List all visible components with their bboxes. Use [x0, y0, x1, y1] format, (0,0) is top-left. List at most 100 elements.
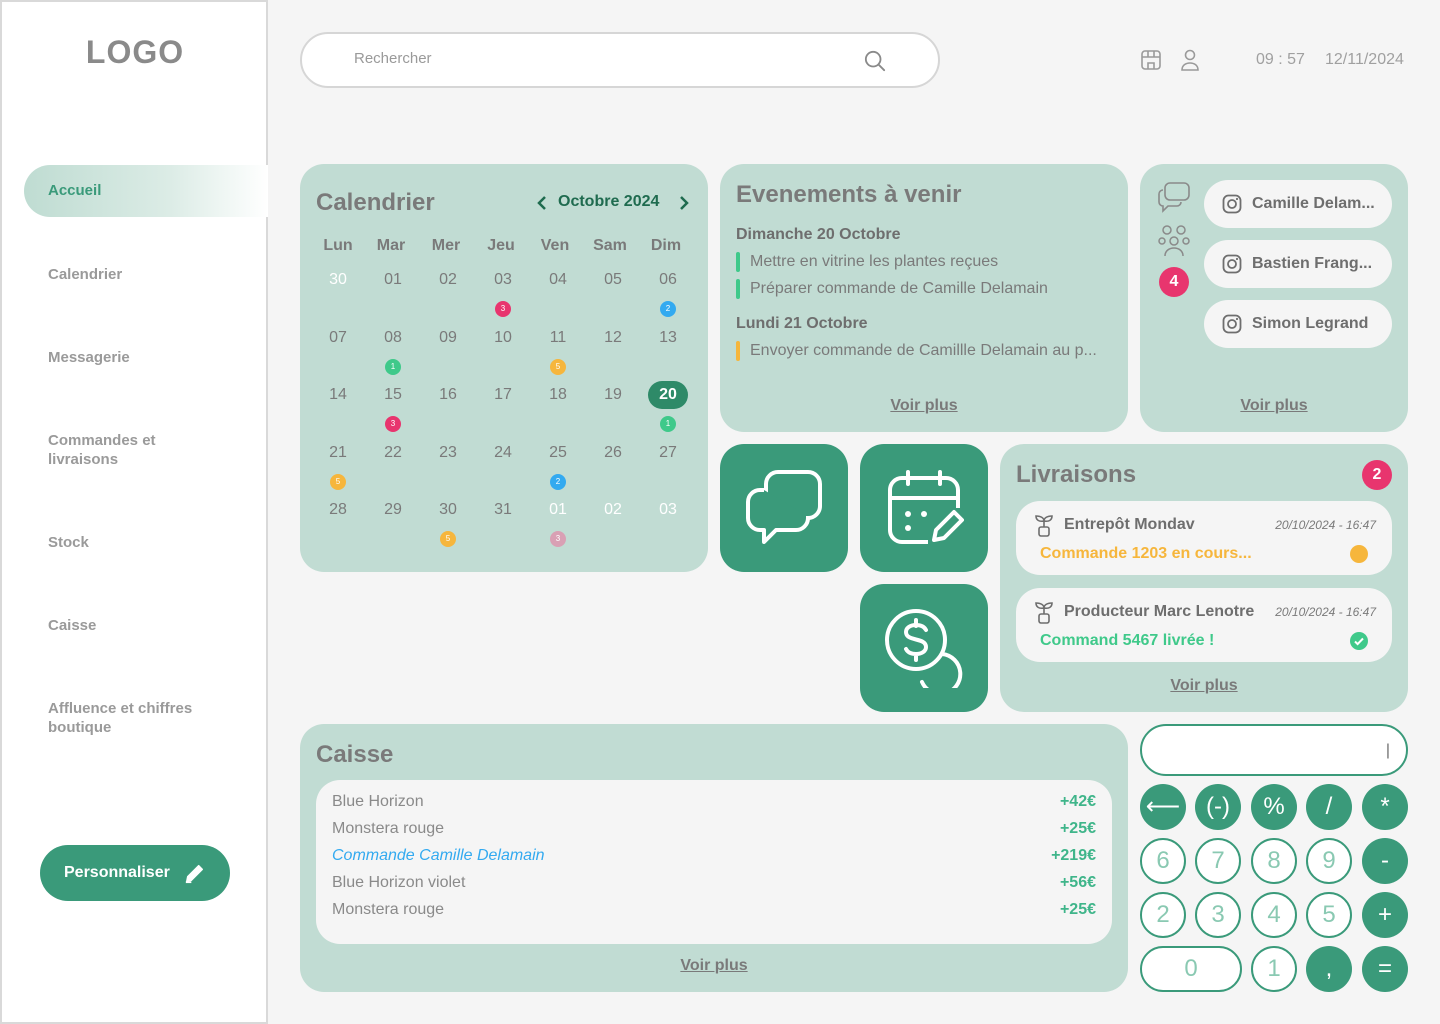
calendar-day[interactable]: 27 [648, 444, 688, 462]
sidebar-item-accueil[interactable]: Accueil [24, 165, 268, 217]
events-more-link[interactable]: Voir plus [720, 397, 1128, 415]
keypad-key[interactable]: ⟵ [1140, 784, 1186, 830]
search-icon[interactable] [864, 50, 886, 72]
calendar-day[interactable]: 13 [648, 329, 688, 347]
calendar-day[interactable]: 25 [538, 444, 578, 462]
keypad-key[interactable]: / [1306, 784, 1352, 830]
calendar-day[interactable]: 16 [428, 386, 468, 404]
calendar-day[interactable]: 14 [318, 386, 358, 404]
event-count-marker[interactable]: 3 [385, 416, 401, 432]
event-count-marker[interactable]: 3 [495, 301, 511, 317]
search-input[interactable] [354, 50, 834, 67]
calendar-day[interactable]: 02 [428, 271, 468, 289]
calendar-day[interactable]: 31 [483, 501, 523, 519]
deliveries-more-link[interactable]: Voir plus [1000, 677, 1408, 695]
contacts-more-link[interactable]: Voir plus [1140, 397, 1408, 415]
sidebar-item-calendrier[interactable]: Calendrier [48, 265, 122, 284]
calendar-day[interactable]: 03 [648, 501, 688, 519]
transaction-row[interactable]: Monstera rouge +25€ [332, 820, 1096, 838]
store-icon[interactable] [1139, 48, 1163, 72]
calendar-day[interactable]: 11 [538, 329, 578, 347]
event-item[interactable]: Mettre en vitrine les plantes reçues [736, 252, 1116, 272]
keypad-key[interactable]: 8 [1251, 838, 1297, 884]
cash-shortcut[interactable] [860, 584, 988, 712]
keypad-key[interactable]: 7 [1195, 838, 1241, 884]
keypad-key[interactable]: 5 [1306, 892, 1352, 938]
keypad-key[interactable]: = [1362, 946, 1408, 992]
chat-bubbles-icon[interactable] [1157, 181, 1191, 213]
keypad-key[interactable]: 2 [1140, 892, 1186, 938]
keypad-key[interactable]: (-) [1195, 784, 1241, 830]
calendar-day-today[interactable]: 20 [648, 381, 688, 409]
prev-month-icon[interactable] [536, 195, 548, 211]
transaction-row[interactable]: Blue Horizon violet +56€ [332, 874, 1096, 892]
delivery-item[interactable]: Entrepôt Mondav 20/10/2024 - 16:47 Comma… [1016, 501, 1392, 575]
event-count-marker[interactable]: 5 [330, 473, 346, 490]
search-bar[interactable] [300, 32, 940, 88]
calendar-day[interactable]: 21 [318, 444, 358, 462]
group-icon[interactable] [1157, 224, 1191, 258]
transaction-row[interactable]: Commande Camille Delamain +219€ [332, 847, 1096, 865]
keypad-key[interactable]: - [1362, 838, 1408, 884]
calendar-day[interactable]: 26 [593, 444, 633, 462]
next-month-icon[interactable] [678, 195, 690, 211]
calendar-day[interactable]: 05 [593, 271, 633, 289]
keypad-key[interactable]: 9 [1306, 838, 1352, 884]
calendar-day[interactable]: 28 [318, 501, 358, 519]
calendar-day[interactable]: 09 [428, 329, 468, 347]
keypad-key[interactable]: 0 [1140, 946, 1242, 992]
event-count-marker[interactable]: 5 [550, 358, 566, 375]
event-item[interactable]: Envoyer commande de Camillle Delamain au… [736, 341, 1116, 361]
sidebar-item-affluence[interactable]: Affluence et chiffres boutique [48, 699, 228, 737]
calendar-day[interactable]: 10 [483, 329, 523, 347]
event-item[interactable]: Préparer commande de Camille Delamain [736, 279, 1116, 299]
keypad-key[interactable]: 6 [1140, 838, 1186, 884]
calendar-day[interactable]: 30 [318, 271, 358, 289]
calendar-day[interactable]: 07 [318, 329, 358, 347]
calendar-day[interactable]: 15 [373, 386, 413, 404]
calendar-day[interactable]: 29 [373, 501, 413, 519]
sidebar-item-commandes[interactable]: Commandes et livraisons [48, 431, 208, 469]
delivery-item[interactable]: Producteur Marc Lenotre 20/10/2024 - 16:… [1016, 588, 1392, 662]
contact-item[interactable]: Bastien Frang... [1204, 240, 1392, 288]
event-count-marker[interactable]: 1 [385, 358, 401, 375]
calendar-day[interactable]: 01 [373, 271, 413, 289]
keypad-key[interactable]: % [1251, 784, 1297, 830]
keypad-key[interactable]: 3 [1195, 892, 1241, 938]
sidebar-item-caisse[interactable]: Caisse [48, 616, 96, 635]
calendar-day[interactable]: 17 [483, 386, 523, 404]
event-count-marker[interactable]: 5 [440, 531, 456, 547]
user-icon[interactable] [1178, 48, 1202, 72]
transaction-row[interactable]: Blue Horizon +42€ [332, 793, 1096, 811]
keypad-key[interactable]: 4 [1251, 892, 1297, 938]
calendar-day[interactable]: 22 [373, 444, 413, 462]
contact-item[interactable]: Simon Legrand [1204, 300, 1392, 348]
event-count-marker[interactable]: 1 [660, 416, 676, 432]
event-count-marker[interactable]: 2 [660, 301, 676, 317]
customize-button[interactable]: Personnaliser [40, 845, 230, 901]
calendar-day[interactable]: 03 [483, 271, 523, 289]
caisse-more-link[interactable]: Voir plus [300, 957, 1128, 975]
keypad-key[interactable]: + [1362, 892, 1408, 938]
contact-item[interactable]: Camille Delam... [1204, 180, 1392, 228]
calendar-day[interactable]: 12 [593, 329, 633, 347]
calendar-day[interactable]: 01 [538, 501, 578, 519]
event-count-marker[interactable]: 2 [550, 473, 566, 490]
calendar-day[interactable]: 30 [428, 501, 468, 519]
keypad-key[interactable]: , [1306, 946, 1352, 992]
calendar-day[interactable]: 19 [593, 386, 633, 404]
calendar-day[interactable]: 08 [373, 329, 413, 347]
calendar-day[interactable]: 18 [538, 386, 578, 404]
event-count-marker[interactable]: 3 [550, 531, 566, 547]
sidebar-item-stock[interactable]: Stock [48, 533, 89, 552]
calendar-day[interactable]: 23 [428, 444, 468, 462]
keypad-key[interactable]: * [1362, 784, 1408, 830]
calendar-shortcut[interactable] [860, 444, 988, 572]
messages-shortcut[interactable] [720, 444, 848, 572]
calendar-day[interactable]: 06 [648, 271, 688, 289]
transaction-row[interactable]: Monstera rouge +25€ [332, 901, 1096, 919]
calendar-day[interactable]: 04 [538, 271, 578, 289]
sidebar-item-messagerie[interactable]: Messagerie [48, 348, 130, 367]
calculator-display[interactable]: | [1140, 724, 1408, 776]
calendar-day[interactable]: 24 [483, 444, 523, 462]
